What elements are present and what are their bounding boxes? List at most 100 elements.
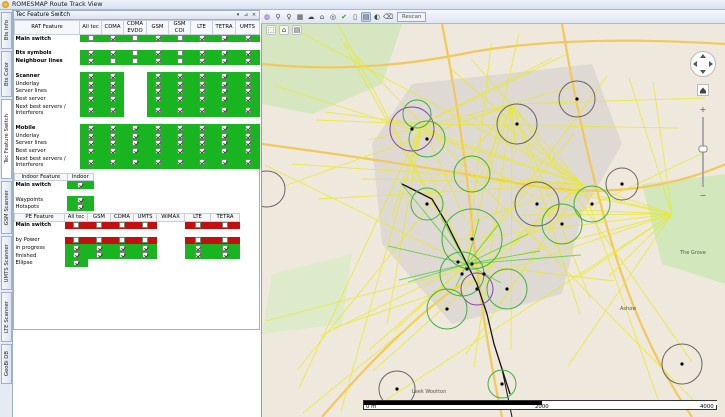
checkbox[interactable] [132, 147, 138, 154]
feature-cell[interactable] [235, 132, 260, 140]
home-icon[interactable]: ⌂ [317, 12, 327, 22]
checkbox[interactable] [176, 132, 183, 139]
zoom-thumb[interactable] [698, 145, 708, 153]
feature-cell[interactable] [133, 251, 157, 260]
checkbox[interactable] [154, 88, 161, 95]
checkbox[interactable] [154, 147, 161, 154]
feature-cell[interactable] [210, 236, 240, 245]
feature-cell[interactable] [79, 154, 102, 169]
checkbox[interactable] [87, 35, 94, 42]
feature-cell[interactable] [212, 57, 236, 65]
feature-cell[interactable] [110, 251, 134, 260]
checkbox[interactable] [198, 88, 205, 95]
feature-cell[interactable] [87, 236, 111, 245]
feature-cell[interactable] [212, 95, 236, 103]
feature-cell[interactable] [190, 80, 213, 88]
checkbox[interactable] [244, 124, 251, 131]
feature-cell[interactable] [67, 196, 94, 204]
feature-cell[interactable] [79, 95, 102, 103]
feature-cell[interactable] [123, 147, 147, 155]
checkbox[interactable] [154, 132, 161, 139]
checkbox[interactable] [109, 88, 116, 95]
feature-cell[interactable] [168, 72, 191, 81]
checkbox[interactable] [154, 73, 161, 80]
feature-cell[interactable] [190, 139, 213, 148]
checkbox[interactable] [109, 106, 116, 113]
feature-cell[interactable] [168, 34, 191, 43]
feature-cell[interactable] [235, 87, 260, 96]
feature-cell[interactable] [210, 251, 240, 260]
checkbox[interactable] [176, 35, 183, 42]
checkbox[interactable] [87, 106, 94, 113]
feature-cell[interactable] [146, 154, 169, 169]
feature-cell[interactable] [235, 147, 260, 155]
feature-cell[interactable] [101, 87, 124, 96]
checkbox[interactable] [87, 124, 94, 131]
feature-cell[interactable] [190, 49, 213, 58]
feature-cell[interactable] [101, 132, 124, 140]
checkbox[interactable] [154, 140, 161, 147]
tab-umts-scanner[interactable]: UMTS Scanner [1, 236, 12, 290]
cloud-icon[interactable]: ☁ [306, 12, 316, 22]
checkbox[interactable] [109, 95, 116, 102]
checkbox[interactable] [176, 73, 183, 80]
feature-cell[interactable] [212, 80, 236, 88]
table-icon[interactable]: ▤ [361, 11, 371, 22]
checkbox[interactable] [221, 80, 227, 87]
checkbox[interactable] [198, 50, 205, 57]
feature-cell[interactable] [110, 221, 134, 229]
feature-cell[interactable] [184, 236, 211, 245]
checkbox[interactable] [176, 124, 183, 131]
feature-cell[interactable] [210, 244, 240, 252]
tab-lte-scanner[interactable]: LTE Scanner [1, 292, 12, 342]
pin-icon[interactable]: ⚲ [273, 12, 283, 22]
checkbox[interactable] [176, 88, 183, 95]
feature-cell[interactable] [168, 102, 191, 117]
checkbox[interactable] [87, 158, 94, 165]
feature-cell[interactable] [146, 87, 169, 96]
checkbox[interactable] [87, 57, 94, 64]
checkbox[interactable] [221, 88, 227, 95]
feature-cell[interactable] [235, 102, 260, 117]
zoom-out-icon[interactable]: − [700, 191, 707, 200]
feature-cell[interactable] [146, 132, 169, 140]
feature-cell[interactable] [64, 244, 88, 252]
feature-cell[interactable] [64, 221, 88, 229]
checkbox[interactable] [222, 252, 228, 259]
feature-cell[interactable] [212, 132, 236, 140]
feature-cell[interactable] [235, 57, 260, 65]
rescan-button[interactable]: Rescan [397, 11, 427, 22]
feature-cell[interactable] [190, 132, 213, 140]
checkbox[interactable] [119, 237, 125, 244]
feature-cell[interactable] [79, 72, 102, 81]
feature-cell[interactable] [87, 251, 111, 260]
feature-cell[interactable] [123, 34, 147, 43]
checkbox[interactable] [176, 106, 183, 113]
checkbox[interactable] [194, 244, 201, 251]
checkbox[interactable] [176, 140, 183, 147]
checkbox[interactable] [154, 158, 161, 165]
feature-cell[interactable] [146, 34, 169, 43]
checkbox[interactable] [109, 158, 116, 165]
checkbox[interactable] [96, 222, 102, 229]
checkbox[interactable] [198, 158, 205, 165]
feature-cell[interactable] [133, 236, 157, 245]
checkbox[interactable] [87, 50, 94, 57]
feature-cell[interactable] [101, 95, 124, 103]
checkbox[interactable] [142, 237, 148, 244]
checkbox[interactable] [198, 147, 205, 154]
feature-cell[interactable] [101, 102, 124, 117]
checkbox[interactable] [244, 73, 251, 80]
feature-cell[interactable] [235, 80, 260, 88]
recenter-icon[interactable]: ◎ [328, 12, 338, 22]
feature-cell[interactable] [190, 72, 213, 81]
feature-cell[interactable] [87, 244, 111, 252]
checkbox[interactable] [109, 80, 116, 87]
feature-cell[interactable] [146, 57, 169, 65]
feature-cell[interactable] [133, 221, 157, 229]
feature-cell[interactable] [184, 244, 211, 252]
checkbox[interactable] [154, 106, 161, 113]
feature-cell[interactable] [212, 87, 236, 96]
feature-cell[interactable] [235, 124, 260, 133]
feature-cell[interactable] [146, 139, 169, 148]
